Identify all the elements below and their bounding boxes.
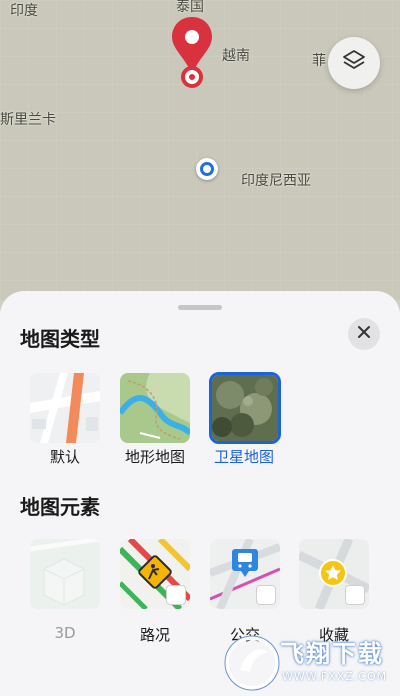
- element-traffic-label: 路况: [139, 626, 170, 644]
- map-type-terrain-tile[interactable]: [120, 373, 190, 443]
- element-3d-tile[interactable]: [30, 539, 100, 609]
- element-3d-label: 3D: [54, 624, 76, 642]
- map-view[interactable]: 印度 泰国 越南 菲 斯里兰卡 印度尼西亚: [0, 0, 400, 300]
- element-favorites-tile[interactable]: [299, 539, 369, 609]
- map-label-indonesia: 印度尼西亚: [241, 173, 311, 189]
- map-label-philippines: 菲: [312, 53, 326, 69]
- map-elements-title: 地图元素: [20, 495, 100, 519]
- sheet-drag-handle[interactable]: [178, 305, 222, 310]
- map-label-india: 印度: [10, 3, 38, 19]
- close-icon: [356, 324, 372, 344]
- map-type-satellite-label: 卫星地图: [213, 448, 274, 466]
- watermark-url: WWW.FXXZ.COM: [282, 670, 388, 683]
- bus-icon: [232, 547, 258, 583]
- map-type-default-tile[interactable]: [30, 373, 100, 443]
- map-label-vietnam: 越南: [222, 48, 250, 64]
- favorites-checkbox[interactable]: [345, 585, 365, 605]
- location-pin-icon[interactable]: [168, 15, 216, 91]
- close-button[interactable]: [348, 318, 380, 350]
- map-type-default-label: 默认: [49, 448, 80, 466]
- map-type-title: 地图类型: [20, 327, 100, 351]
- map-label-thailand: 泰国: [176, 0, 204, 15]
- element-traffic-tile[interactable]: [120, 539, 190, 609]
- map-layers-button[interactable]: [328, 37, 380, 89]
- layers-icon: [341, 48, 367, 78]
- transit-checkbox[interactable]: [256, 585, 276, 605]
- map-type-satellite-tile[interactable]: [209, 372, 281, 444]
- element-transit-tile[interactable]: [210, 539, 280, 609]
- watermark-text: 飞翔下载: [280, 640, 384, 668]
- map-label-sri-lanka: 斯里兰卡: [0, 112, 56, 128]
- traffic-checkbox[interactable]: [166, 585, 186, 605]
- map-type-terrain-label: 地形地图: [124, 448, 185, 466]
- current-location-icon: [196, 158, 218, 180]
- watermark-logo: 飞翔下载 WWW.FXXZ.COM: [222, 628, 400, 696]
- star-icon: [319, 559, 347, 591]
